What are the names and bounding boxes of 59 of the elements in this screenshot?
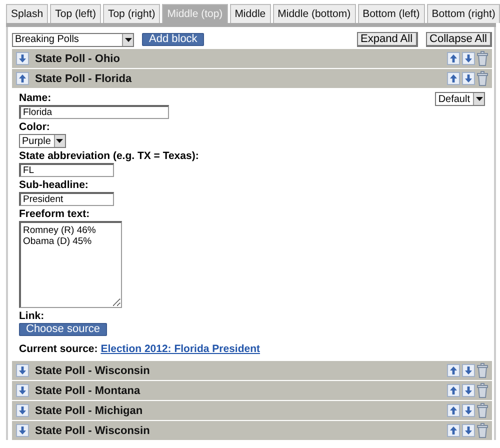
text-field[interactable]: FL <box>19 163 114 177</box>
tab[interactable]: Middle (bottom) <box>272 4 356 23</box>
block-header[interactable]: State Poll - Michigan <box>12 401 492 420</box>
move-down-icon[interactable] <box>462 424 475 437</box>
field-label: State abbreviation (e.g. TX = Texas): <box>19 150 199 163</box>
choose-source-button[interactable]: Choose source <box>19 323 107 336</box>
move-up-icon[interactable] <box>447 364 460 377</box>
move-down-icon[interactable] <box>462 72 475 85</box>
style-dropdown[interactable]: Default <box>435 92 485 106</box>
block-header[interactable]: State Poll - Ohio <box>12 49 492 68</box>
expand-arrow-icon[interactable] <box>16 384 29 397</box>
move-down-icon[interactable] <box>462 384 475 397</box>
move-down-icon[interactable] <box>462 364 475 377</box>
block-title: State Poll - Wisconsin <box>35 364 150 376</box>
field-label: Freeform text: <box>19 208 90 221</box>
tab[interactable]: Splash <box>6 4 48 23</box>
source-link[interactable]: Election 2012: Florida President <box>100 343 260 355</box>
add-block-button[interactable]: Add block <box>142 33 204 46</box>
tab[interactable]: Middle <box>230 4 271 23</box>
text-area[interactable]: Romney (R) 46% Obama (D) 45% <box>19 221 122 308</box>
block-title: State Poll - Wisconsin <box>35 424 150 436</box>
field-label: Sub-headline: <box>19 179 88 192</box>
block-header[interactable]: State Poll - Wisconsin <box>12 361 492 380</box>
field-label: Link: <box>19 310 44 323</box>
expand-arrow-icon[interactable] <box>16 52 29 65</box>
block-title: State Poll - Montana <box>35 384 140 396</box>
collapse-arrow-icon[interactable] <box>16 72 29 85</box>
field-label: Color: <box>19 121 50 134</box>
tab[interactable]: Top (right) <box>102 4 160 23</box>
move-up-icon[interactable] <box>447 72 460 85</box>
tab[interactable]: Bottom (left) <box>358 4 425 23</box>
color-dropdown[interactable]: Purple <box>19 134 66 148</box>
text-field[interactable]: Florida <box>19 105 169 119</box>
tab[interactable]: Bottom (right) <box>426 4 500 23</box>
move-up-icon[interactable] <box>447 424 460 437</box>
move-up-icon[interactable] <box>447 404 460 417</box>
move-down-icon[interactable] <box>462 404 475 417</box>
block-title: State Poll - Ohio <box>35 52 120 64</box>
expand-arrow-icon[interactable] <box>16 404 29 417</box>
expand-arrow-icon[interactable] <box>16 424 29 437</box>
expand-arrow-icon[interactable] <box>16 364 29 377</box>
block-title: State Poll - Michigan <box>35 404 143 416</box>
expand-all-button[interactable]: Expand All <box>356 32 418 47</box>
move-up-icon[interactable] <box>447 384 460 397</box>
field-label: Name: <box>19 92 52 105</box>
source-label: Current source: <box>19 343 98 355</box>
block-type-dropdown[interactable]: Breaking Polls <box>12 32 134 46</box>
text-field[interactable]: President <box>19 192 114 206</box>
move-down-icon[interactable] <box>462 52 475 65</box>
caret-icon <box>473 93 484 105</box>
block-header[interactable]: State Poll - Florida <box>12 69 492 88</box>
collapse-all-button[interactable]: Collapse All <box>426 32 492 47</box>
move-up-icon[interactable] <box>447 52 460 65</box>
block-header[interactable]: State Poll - Wisconsin <box>12 421 492 440</box>
caret-icon <box>122 34 133 46</box>
block-header[interactable]: State Poll - Montana <box>12 381 492 400</box>
caret-icon <box>54 135 65 147</box>
tab[interactable]: Top (left) <box>50 4 101 23</box>
block-title: State Poll - Florida <box>35 72 132 84</box>
